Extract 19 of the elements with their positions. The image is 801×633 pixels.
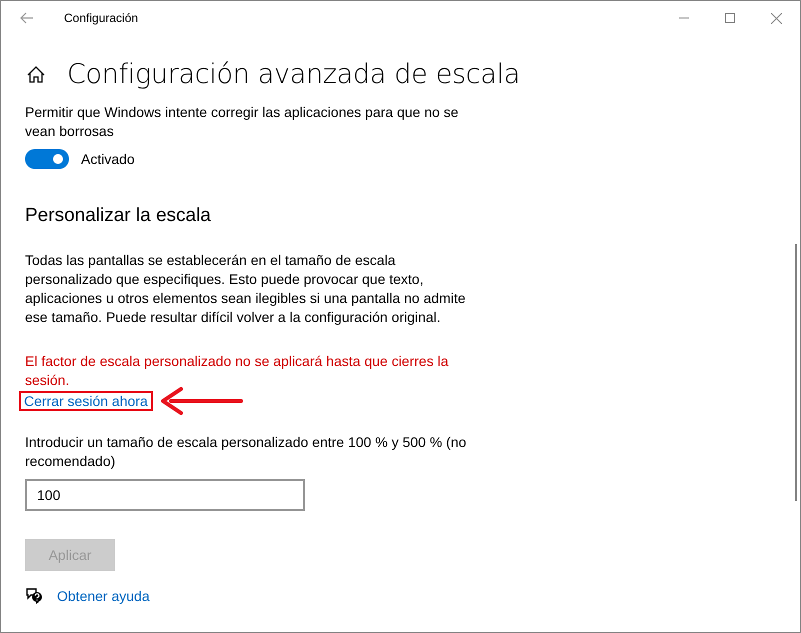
blur-fix-label: Permitir que Windows intente corregir las aplicaciones para que no se vean borrosas (25, 103, 460, 141)
maximize-icon[interactable] (725, 13, 735, 23)
section-heading: Personalizar la escala (25, 205, 212, 227)
home-icon[interactable] (27, 66, 45, 83)
scale-input-field[interactable]: 100 (25, 479, 305, 511)
sign-out-link[interactable]: Cerrar sesión ahora (19, 391, 153, 411)
help-chat-icon (25, 587, 43, 604)
description-text: Todas las pantallas se establecerán en el tamaño de escala personalizado que especifiques. Esto puede provocar que texto, aplicaciones u otros elementos sean ilegibles si una pantalla no admite ese tamaño. Puede resultar difícil volver a la configuración original. (25, 251, 466, 327)
scrollbar[interactable] (795, 244, 797, 501)
input-label: Introducir un tamaño de escala personalizado entre 100 % y 500 % (no recomendado) (25, 433, 468, 471)
warning-text: El factor de escala personalizado no se aplicará hasta que cierres la sesión. (25, 352, 450, 390)
help-link[interactable]: Obtener ayuda (57, 588, 150, 604)
window-title: Configuración (64, 11, 138, 25)
back-icon[interactable] (20, 12, 34, 24)
toggle-switch[interactable] (25, 149, 69, 169)
close-icon[interactable] (771, 12, 782, 24)
minimize-icon[interactable] (679, 17, 689, 19)
page-title: Configuración avanzada de escala (67, 59, 520, 90)
toggle-state: Activado (81, 150, 135, 168)
